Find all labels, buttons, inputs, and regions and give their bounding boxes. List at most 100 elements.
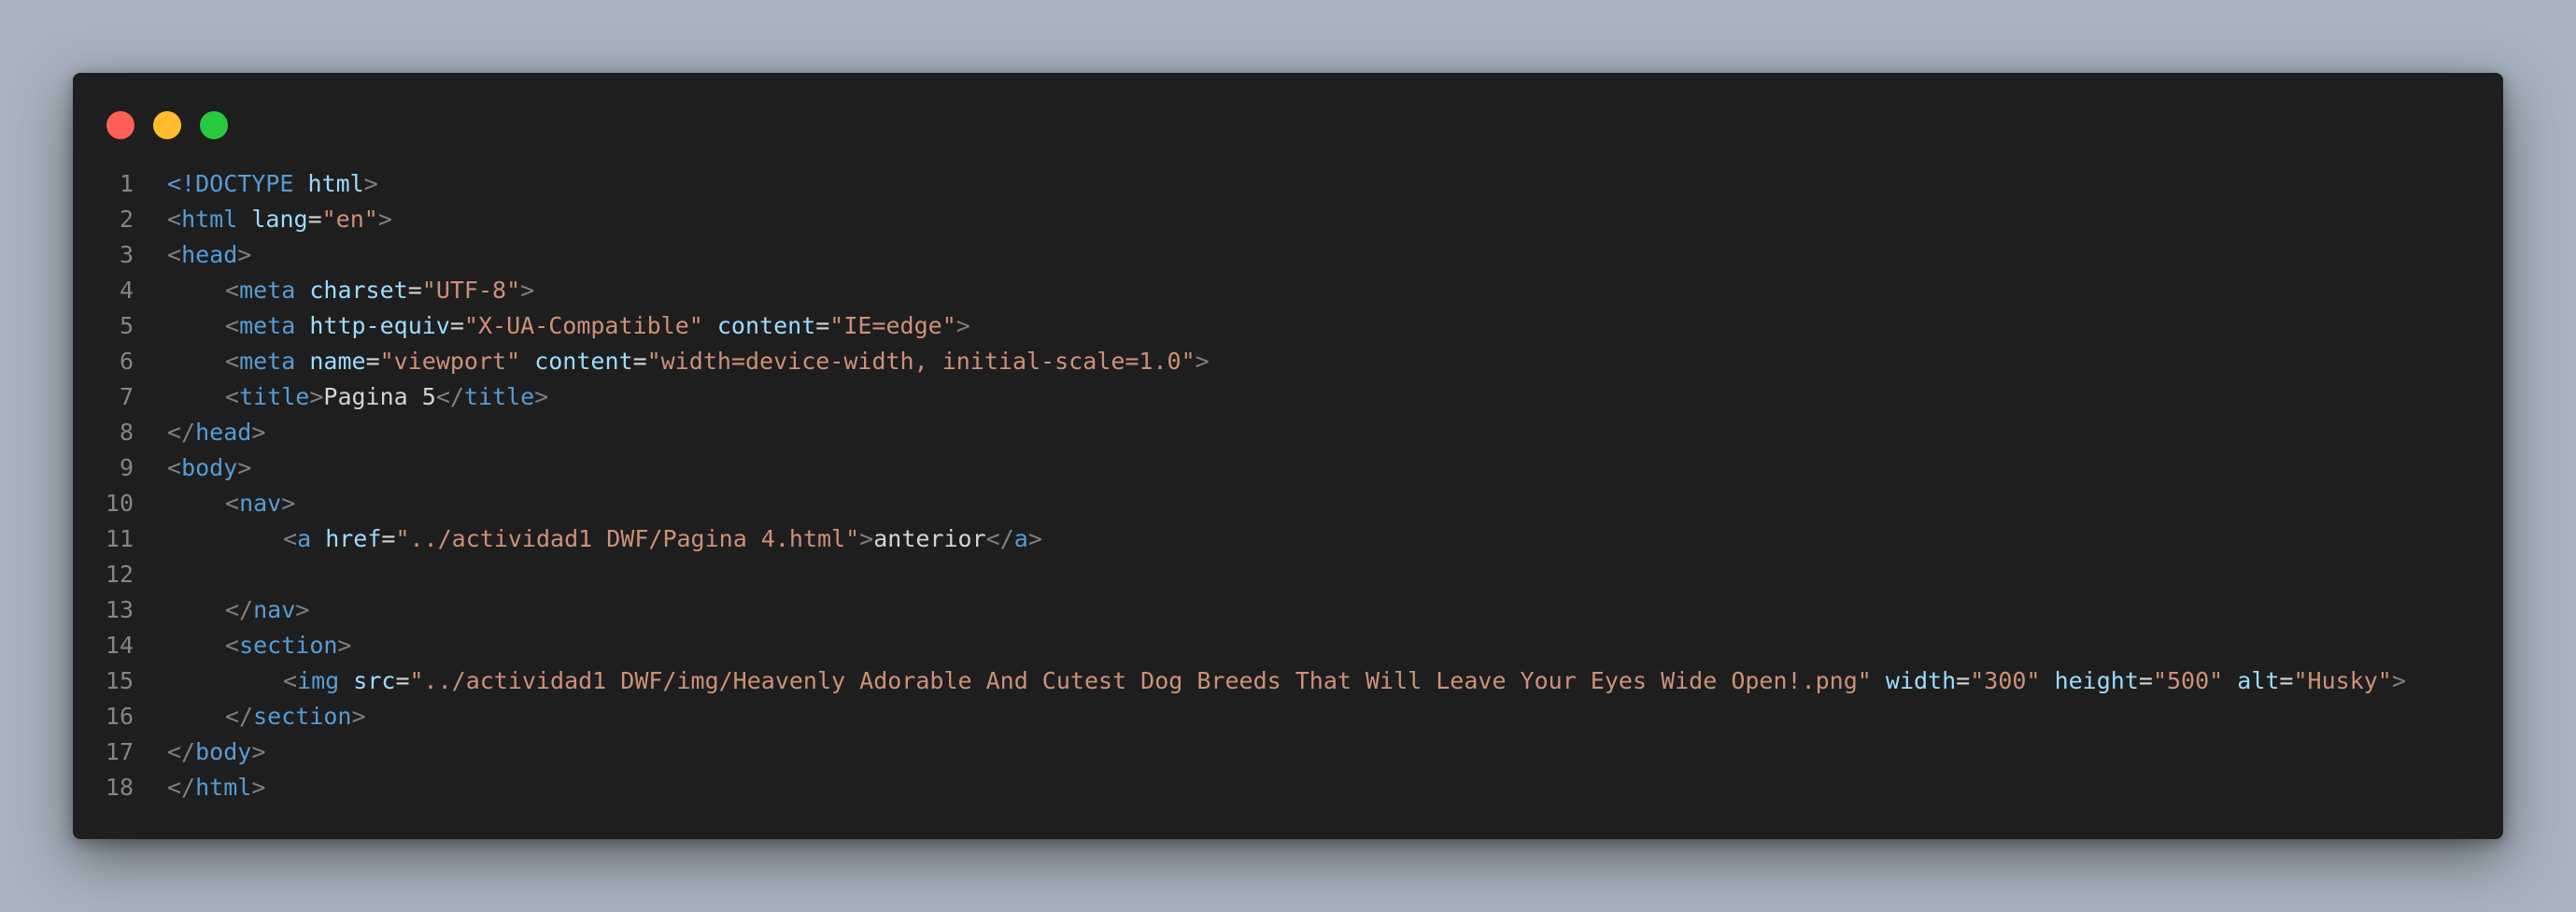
line-number: 6 — [119, 348, 134, 375]
line-number: 17 — [105, 738, 134, 765]
line-number: 4 — [119, 277, 134, 304]
code-line: 15 <img src="../actividad1 DWF/img/Heaven… — [73, 663, 2503, 699]
code-token: content — [716, 312, 816, 339]
code-line: 14 <section> — [73, 628, 2503, 663]
code-line: 17 </body> — [73, 734, 2503, 770]
code-token: > — [251, 738, 266, 765]
code-block: 1 <!DOCTYPE html> 2 <html lang="en"> 3 <head>… — [73, 166, 2503, 805]
code-text: <title>Pagina 5</title> — [134, 379, 548, 415]
code-text: <a href="../actividad1 DWF/Pagina 4.html… — [134, 521, 1042, 557]
code-token: > — [955, 312, 970, 339]
code-token: content — [534, 348, 633, 375]
code-token: < — [283, 525, 298, 552]
code-token: = — [2138, 667, 2153, 694]
code-line: 10 <nav> — [73, 486, 2503, 521]
code-token: body — [195, 738, 252, 765]
code-line: 1 <!DOCTYPE html> — [73, 166, 2503, 202]
code-token: = — [1956, 667, 1971, 694]
code-token: > — [859, 525, 874, 552]
line-number: 10 — [105, 490, 134, 517]
code-token: > — [237, 454, 252, 481]
code-token: "viewport" — [379, 348, 521, 375]
line-number: 16 — [105, 703, 134, 730]
code-token: "UTF-8" — [421, 277, 521, 304]
code-text: <html lang="en"> — [134, 202, 392, 237]
code-token: html — [195, 774, 252, 801]
code-token: = — [365, 348, 380, 375]
code-token: > — [237, 241, 252, 268]
code-token: < — [225, 348, 240, 375]
line-number: 5 — [119, 312, 134, 339]
code-token: = — [395, 667, 410, 694]
code-token: > — [2391, 667, 2406, 694]
code-token: </ — [167, 419, 196, 446]
code-token: charset — [309, 277, 408, 304]
line-number: 15 — [105, 667, 134, 694]
code-text: </html> — [134, 770, 265, 805]
code-token: height — [2054, 667, 2139, 694]
maximize-dot-icon[interactable] — [200, 111, 228, 139]
line-number: 7 — [119, 383, 134, 410]
code-token: "Husky" — [2293, 667, 2392, 694]
code-token: </ — [167, 738, 196, 765]
code-token: < — [225, 312, 240, 339]
code-token: meta — [239, 348, 296, 375]
code-line: 2 <html lang="en"> — [73, 202, 2503, 237]
code-text: <meta charset="UTF-8"> — [134, 273, 534, 308]
code-text: </body> — [134, 734, 265, 770]
code-token: "X-UA-Compatible" — [463, 312, 703, 339]
code-token: nav — [253, 596, 296, 623]
code-token: > — [251, 774, 266, 801]
code-token: head — [195, 419, 252, 446]
code-token: < — [167, 241, 182, 268]
code-token: "../actividad1 DWF/img/Heavenly Adorable… — [409, 667, 1872, 694]
code-token: a — [1013, 525, 1028, 552]
code-text: </section> — [134, 699, 366, 734]
code-token: head — [181, 241, 238, 268]
code-text: <meta http-equiv="X-UA-Compatible" conte… — [134, 308, 970, 344]
code-token: = — [407, 277, 422, 304]
code-line: 4 <meta charset="UTF-8"> — [73, 273, 2503, 308]
code-token: meta — [239, 277, 296, 304]
line-number: 18 — [105, 774, 134, 801]
code-text: <body> — [134, 450, 251, 486]
code-token: = — [632, 348, 647, 375]
code-token: width — [1885, 667, 1957, 694]
code-token: http-equiv — [309, 312, 450, 339]
code-text: <section> — [134, 628, 351, 663]
code-token: img — [297, 667, 340, 694]
close-dot-icon[interactable] — [106, 111, 134, 139]
code-line: 16 </section> — [73, 699, 2503, 734]
code-token: alt — [2237, 667, 2280, 694]
code-token: section — [253, 703, 352, 730]
code-token: </ — [225, 703, 254, 730]
code-token: <!DOCTYPE — [167, 170, 294, 197]
code-window: 1 <!DOCTYPE html> 2 <html lang="en"> 3 <head>… — [73, 73, 2503, 839]
code-token: "500" — [2152, 667, 2224, 694]
line-number: 11 — [105, 525, 134, 552]
code-token: </ — [985, 525, 1014, 552]
minimize-dot-icon[interactable] — [153, 111, 181, 139]
code-token: "300" — [1970, 667, 2041, 694]
code-token: = — [381, 525, 396, 552]
code-token: > — [520, 277, 535, 304]
code-token: Pagina 5 — [323, 383, 436, 410]
code-token: > — [363, 170, 378, 197]
code-token: </ — [167, 774, 196, 801]
code-token: > — [251, 419, 266, 446]
code-token: > — [1027, 525, 1042, 552]
line-number: 12 — [105, 561, 134, 588]
code-text: </head> — [134, 415, 265, 450]
code-token: > — [295, 596, 310, 623]
code-line: 3 <head> — [73, 237, 2503, 273]
code-token: a — [297, 525, 312, 552]
